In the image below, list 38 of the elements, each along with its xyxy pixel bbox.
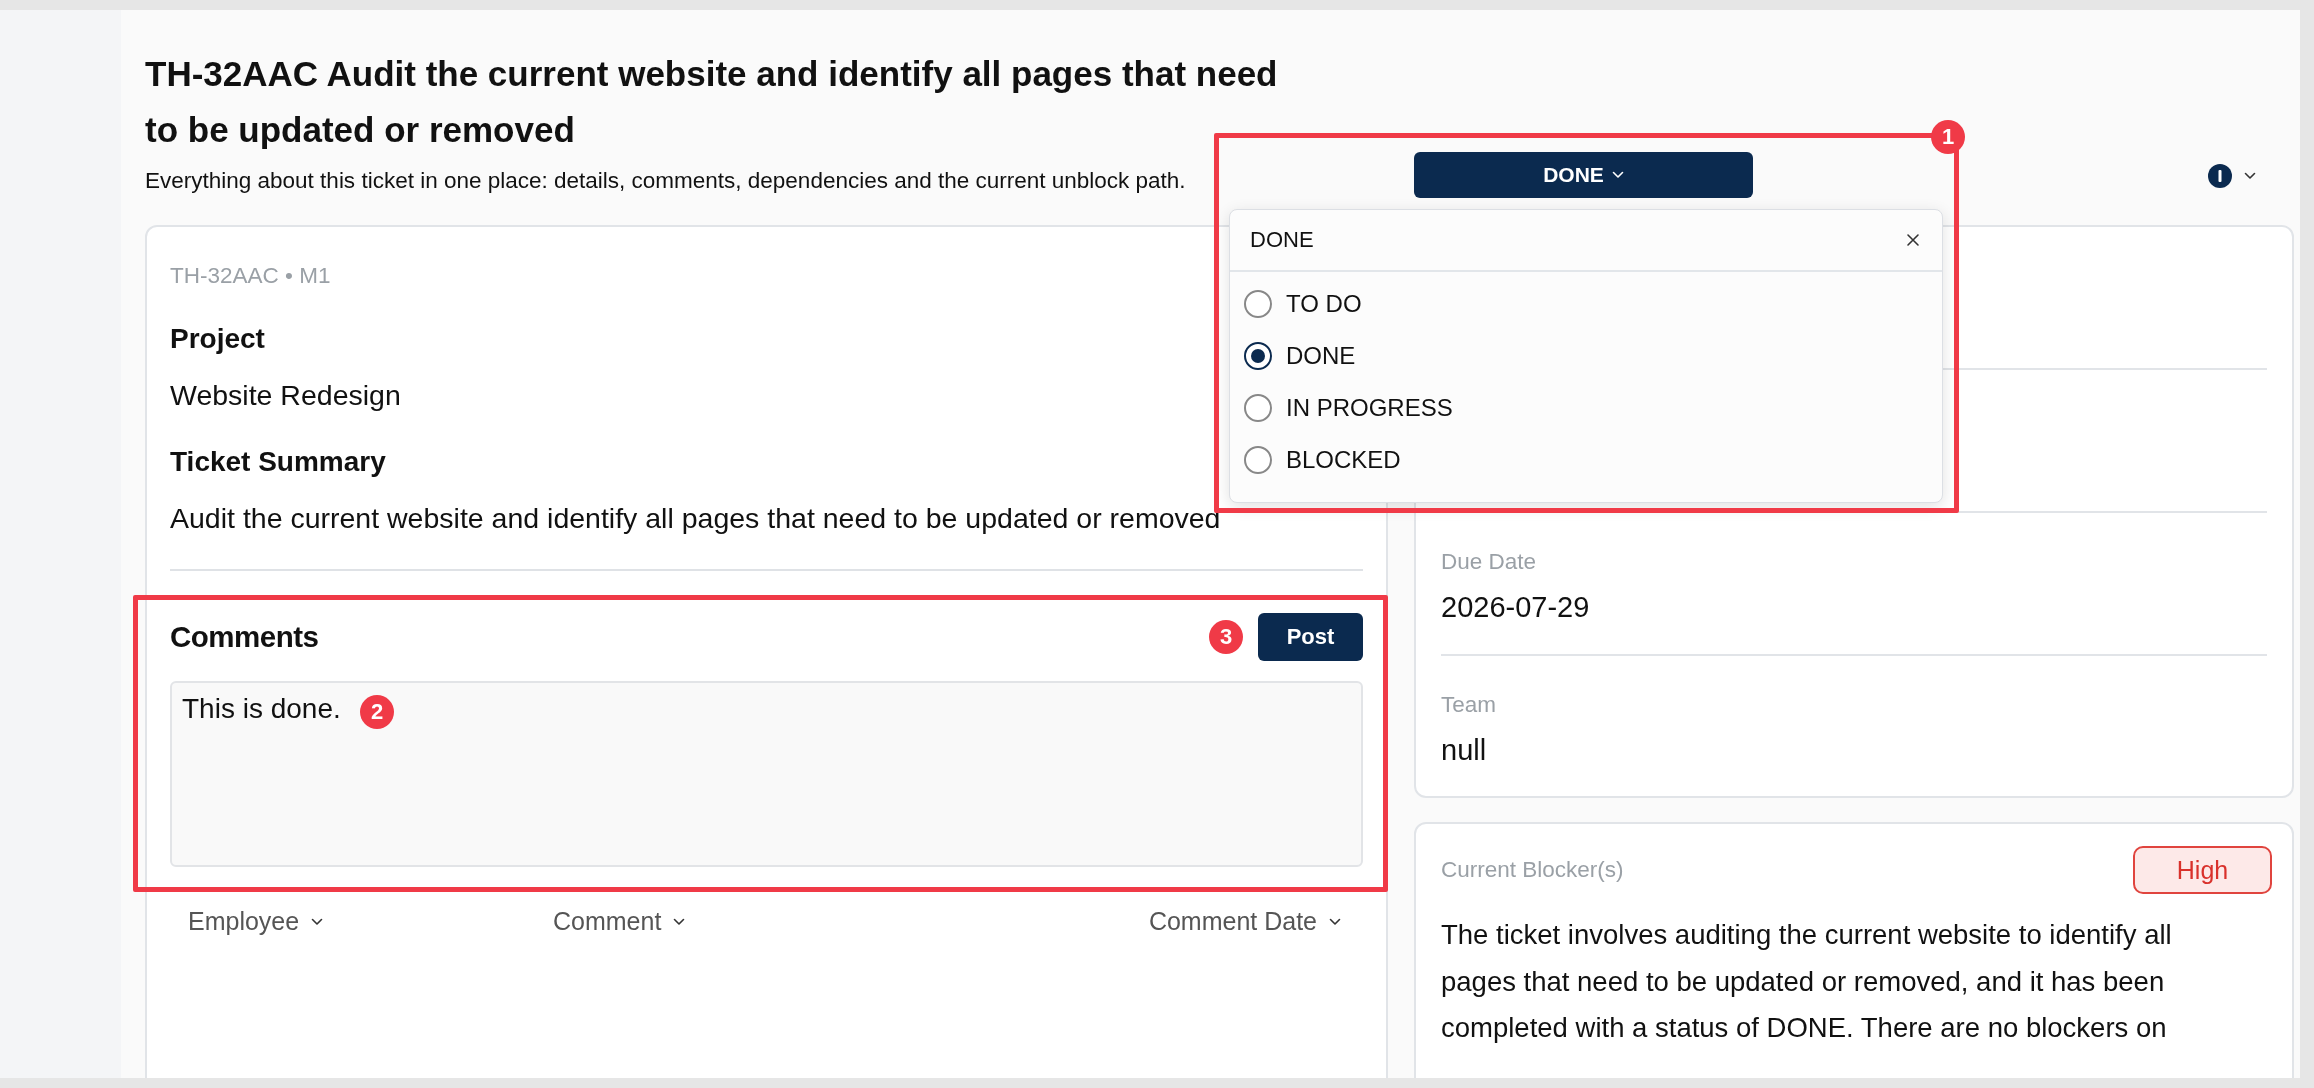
field-label: Due Date bbox=[1441, 549, 1538, 575]
column-header[interactable]: Comment bbox=[553, 907, 662, 936]
priority-badge: High bbox=[2133, 846, 2272, 894]
status-option-label[interactable]: BLOCKED bbox=[1286, 446, 1401, 474]
column-header[interactable]: Comment Date bbox=[1148, 907, 1317, 936]
field-label: Ticket Summary bbox=[170, 446, 386, 478]
caret-icon bbox=[311, 917, 324, 926]
radio-button[interactable] bbox=[1244, 290, 1272, 318]
blocker-description: The ticket involves auditing the current website to identify all pages that need to be updated or removed, and it has been completed with a status of DONE. There are no blockers on bbox=[1441, 918, 2173, 1045]
annotation-number-badge: 3 bbox=[1209, 620, 1243, 654]
status-search-field[interactable]: DONE bbox=[1250, 227, 1750, 253]
post-button[interactable]: Post bbox=[1258, 613, 1363, 661]
field-value: Website Redesign bbox=[170, 379, 401, 412]
status-option-label[interactable]: TO DO bbox=[1286, 290, 1362, 318]
ticket-meta: TH-32AAC • M1 bbox=[170, 263, 331, 289]
avatar-icon[interactable] bbox=[2208, 164, 2232, 188]
field-label: Project bbox=[170, 323, 265, 355]
comments-heading: Comments bbox=[170, 620, 319, 654]
caret-icon bbox=[673, 917, 686, 926]
status-option-label[interactable]: DONE bbox=[1286, 342, 1356, 370]
page-subtitle: Everything about this ticket in one place: details, comments, dependencies and the current unblock path. bbox=[145, 168, 1187, 194]
close-icon[interactable] bbox=[1906, 233, 1920, 247]
caret-icon bbox=[1611, 171, 1624, 179]
caret-icon bbox=[1329, 917, 1341, 926]
caret-icon bbox=[2244, 172, 2256, 180]
blocker-label: Current Blocker(s) bbox=[1441, 857, 1624, 883]
radio-button[interactable] bbox=[1244, 446, 1272, 474]
status-dropdown-button[interactable]: DONE bbox=[1414, 152, 1753, 198]
field-value: Audit the current website and identify all pages that need to be updated or removed bbox=[170, 502, 1221, 535]
field-value: null bbox=[1441, 734, 1488, 767]
page-title: TH-32AAC Audit the current website and identify all pages that need to be updated or removed bbox=[145, 53, 1279, 151]
column-header[interactable]: Employee bbox=[188, 907, 300, 936]
status-option-label[interactable]: IN PROGRESS bbox=[1286, 394, 1453, 422]
annotation-number-badge: 1 bbox=[1931, 120, 1965, 154]
radio-button[interactable] bbox=[1244, 394, 1272, 422]
field-label: Team bbox=[1441, 692, 1498, 718]
field-value: 2026-07-29 bbox=[1441, 591, 1591, 624]
radio-button[interactable] bbox=[1244, 342, 1272, 370]
